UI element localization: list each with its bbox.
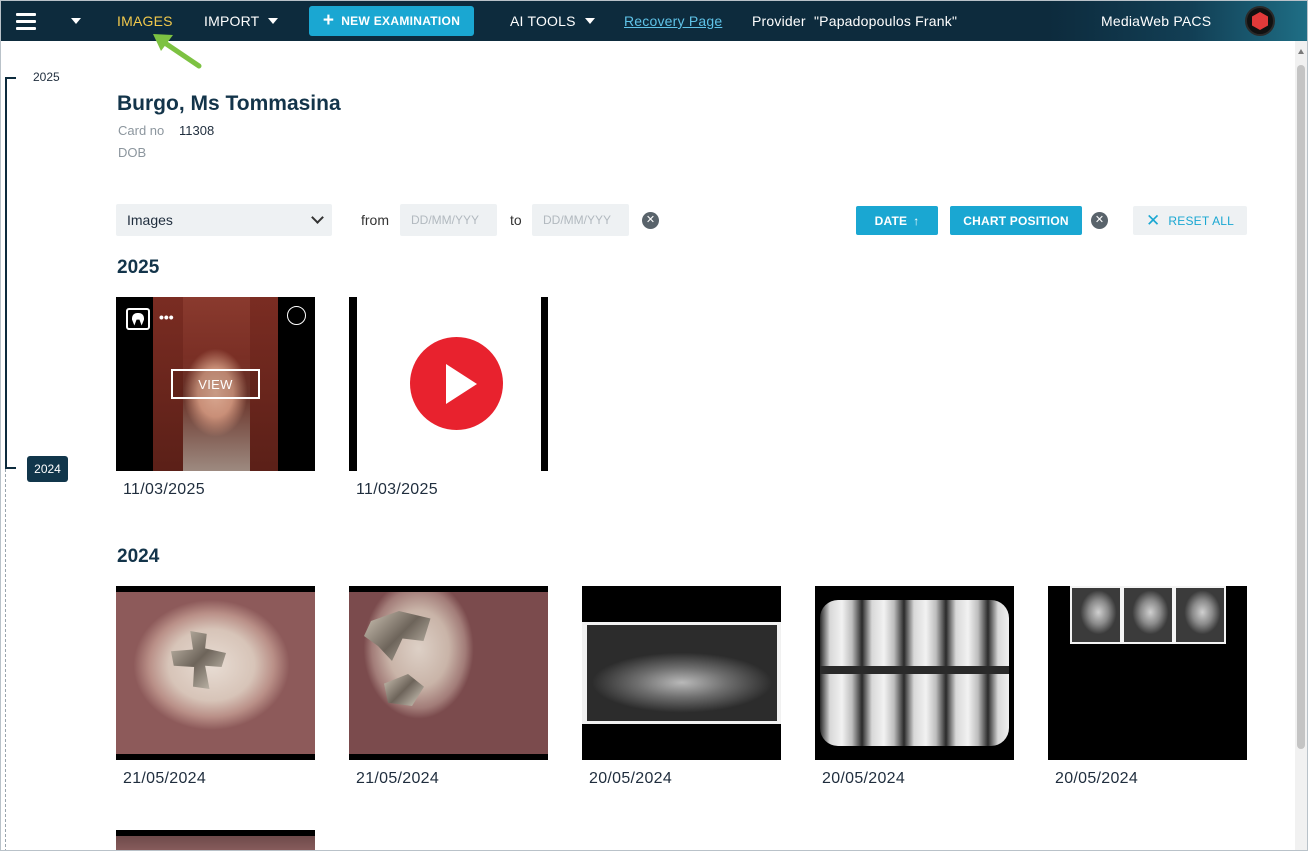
app-window: IMAGES IMPORT + NEW EXAMINATION AI TOOLS… [0,0,1308,851]
provider-name[interactable]: "Papadopoulos Frank" [814,1,957,41]
thumbnail-date: 20/05/2024 [822,770,906,787]
timeline-year-2024[interactable]: 2024 [27,456,68,482]
media-type-value: Images [127,212,173,228]
image-thumbnail[interactable] [582,586,781,760]
menu-dropdown-caret-icon[interactable] [71,1,81,41]
thumbnail-date: 11/03/2025 [356,481,438,498]
image-thumbnail[interactable] [349,586,548,760]
more-options-icon[interactable]: ••• [159,309,174,325]
chart-position-button[interactable]: CHART POSITION [950,206,1082,235]
media-type-select[interactable]: Images [116,204,332,236]
clear-dates-icon[interactable]: ✕ [642,212,659,229]
thumbnail-date: 11/03/2025 [123,481,205,498]
from-label: from [361,212,389,228]
section-year-heading: 2024 [117,546,160,567]
hexagon-logo-icon [1252,12,1268,30]
to-date-input[interactable] [532,204,629,236]
app-name: MediaWeb PACS [1101,13,1212,29]
scrollbar-thumb[interactable] [1297,65,1305,749]
vertical-scrollbar[interactable] [1295,41,1307,850]
sort-date-label: DATE [874,213,908,228]
nav-import[interactable]: IMPORT [204,1,279,41]
user-avatar[interactable] [1245,6,1275,36]
cephalometric-xray [1122,586,1174,644]
video-thumbnail[interactable] [349,297,548,471]
image-thumbnail[interactable] [815,586,1014,760]
card-no-label: Card no [118,123,165,138]
reset-all-button[interactable]: ✕ RESET ALL [1133,206,1247,235]
plus-icon: + [322,9,335,31]
image-thumbnail[interactable] [116,586,315,760]
section-year-heading: 2025 [117,257,160,278]
clear-chart-position-icon[interactable]: ✕ [1091,212,1108,229]
play-icon[interactable] [410,337,503,430]
new-examination-label: NEW EXAMINATION [341,14,461,28]
close-icon: ✕ [1145,211,1161,230]
sort-date-button[interactable]: DATE ↑ [856,206,938,235]
reset-all-label: RESET ALL [1168,213,1235,228]
cephalometric-xray [1174,586,1226,644]
dob-label: DOB [118,145,147,160]
new-examination-button[interactable]: + NEW EXAMINATION [309,6,474,36]
tooth-icon[interactable] [126,308,150,330]
thumbnail-date: 20/05/2024 [1055,770,1139,787]
card-no-value: 11308 [179,123,215,138]
thumbnail-date: 21/05/2024 [123,770,207,787]
patient-name: Burgo, Ms Tommasina [117,92,341,115]
nav-ai-tools[interactable]: AI TOOLS [510,1,595,41]
chevron-down-icon [311,211,324,224]
timeline-line [5,77,7,469]
view-button[interactable]: VIEW [171,369,260,399]
nav-import-label: IMPORT [204,13,260,29]
nav-ai-tools-label: AI TOOLS [510,13,576,29]
image-thumbnail[interactable] [116,830,315,850]
arrow-up-icon: ↑ [913,213,920,228]
thumbnail-date: 21/05/2024 [356,770,440,787]
intraoral-photo [116,592,315,754]
intraoral-photo [349,592,548,754]
hamburger-icon[interactable] [15,1,37,41]
image-thumbnail[interactable]: ••• VIEW [116,297,315,471]
panoramic-xray [582,622,781,724]
to-label: to [510,212,522,228]
image-thumbnail[interactable] [1048,586,1247,760]
annotation-arrow-icon [153,34,202,69]
scroll-up-icon[interactable] [1298,49,1304,54]
recovery-page-link[interactable]: Recovery Page [624,1,722,41]
from-date-input[interactable] [400,204,497,236]
thumbnail-date: 20/05/2024 [589,770,673,787]
timeline-year-2025[interactable]: 2025 [33,70,60,84]
provider-label: Provider [752,13,806,29]
chevron-down-icon [268,18,279,24]
cephalometric-xray [1070,586,1122,644]
select-checkbox[interactable] [287,306,306,325]
chevron-down-icon [584,18,595,24]
